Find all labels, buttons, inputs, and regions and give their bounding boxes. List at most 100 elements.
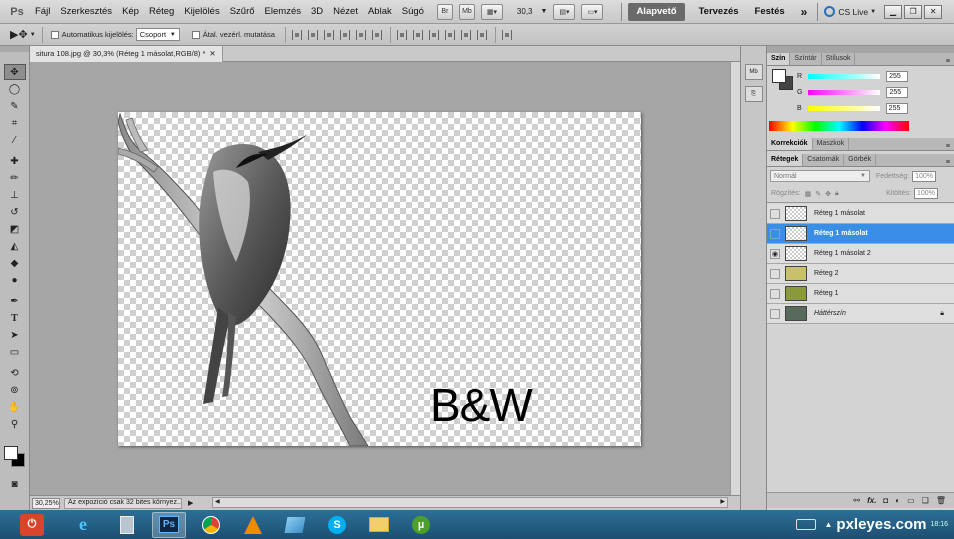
align-bottom-edges-icon[interactable] bbox=[323, 29, 334, 40]
layer-row[interactable]: Réteg 1 bbox=[767, 284, 954, 304]
arrange-documents-button[interactable]: ▤▾ bbox=[553, 3, 576, 20]
shape-tool-icon[interactable]: ▭ bbox=[4, 344, 26, 360]
menu-view[interactable]: Nézet bbox=[328, 0, 363, 24]
restore-button[interactable]: ❐ bbox=[904, 4, 923, 19]
crop-tool-icon[interactable]: ⌗ bbox=[4, 115, 26, 131]
auto-align-layers-icon[interactable] bbox=[501, 29, 512, 40]
show-transform-controls-checkbox[interactable] bbox=[191, 30, 200, 39]
history-brush-tool-icon[interactable]: ↺ bbox=[4, 204, 26, 220]
calculator-icon[interactable] bbox=[110, 512, 144, 538]
tab-adjustments[interactable]: Korrekciók bbox=[767, 138, 813, 150]
dodge-tool-icon[interactable]: ● bbox=[4, 272, 26, 288]
zoom-tool-icon[interactable]: ⚲ bbox=[4, 416, 26, 432]
layer-row[interactable]: Réteg 2 bbox=[767, 264, 954, 284]
screen-mode-button[interactable]: ▭▾ bbox=[581, 3, 604, 20]
delete-layer-icon[interactable]: 🗑︎ bbox=[936, 496, 946, 505]
type-tool-icon[interactable]: T bbox=[4, 310, 26, 326]
quick-mask-icon[interactable]: ◙ bbox=[4, 476, 26, 492]
layer-row-background[interactable]: Háttérszín 🔒︎ bbox=[767, 304, 954, 324]
layer-visibility-toggle[interactable] bbox=[770, 268, 780, 279]
new-group-icon[interactable]: ▭ bbox=[907, 496, 915, 505]
menu-layer[interactable]: Réteg bbox=[144, 0, 179, 24]
layer-row[interactable]: Réteg 1 másolat bbox=[767, 204, 954, 224]
lock-all-icon[interactable]: 🔒︎ bbox=[835, 190, 839, 198]
document-tab[interactable]: situra 108.jpg @ 30,3% (Réteg 1 másolat,… bbox=[30, 45, 223, 62]
history-icon[interactable]: ⎘ bbox=[744, 86, 763, 102]
blue-slider[interactable] bbox=[807, 105, 880, 111]
menu-image[interactable]: Kép bbox=[117, 0, 144, 24]
lasso-tool-icon[interactable]: ◯ bbox=[4, 81, 26, 97]
bw-text-layer[interactable]: B&W bbox=[430, 378, 533, 432]
tab-color[interactable]: Szín bbox=[767, 53, 791, 65]
red-slider[interactable] bbox=[808, 73, 881, 79]
align-left-edges-icon[interactable] bbox=[339, 29, 350, 40]
layer-row[interactable]: ◉ Réteg 1 másolat 2 bbox=[767, 244, 954, 264]
vlc-icon[interactable] bbox=[236, 512, 270, 538]
tools-panel-header[interactable] bbox=[0, 46, 29, 52]
workspace-painting[interactable]: Festés bbox=[747, 3, 793, 21]
align-horizontal-centers-icon[interactable] bbox=[355, 29, 366, 40]
tab-channels[interactable]: Csatornák bbox=[803, 154, 845, 166]
menu-edit[interactable]: Szerkesztés bbox=[55, 0, 117, 24]
foreground-color-swatch[interactable] bbox=[3, 446, 18, 460]
menu-window[interactable]: Ablak bbox=[363, 0, 397, 24]
layer-visibility-toggle[interactable] bbox=[770, 228, 780, 239]
color-spectrum-bar[interactable] bbox=[769, 121, 909, 131]
align-right-edges-icon[interactable] bbox=[371, 29, 382, 40]
menu-help[interactable]: Súgó bbox=[397, 0, 429, 24]
distribute-left-icon[interactable] bbox=[444, 29, 455, 40]
align-vertical-centers-icon[interactable] bbox=[307, 29, 318, 40]
panel-menu-icon[interactable]: ≡ bbox=[946, 159, 950, 166]
pen-tool-icon[interactable]: ✒ bbox=[4, 293, 26, 309]
more-workspaces-button[interactable]: » bbox=[793, 3, 816, 21]
3d-orbit-tool-icon[interactable]: ⊚ bbox=[4, 382, 26, 398]
link-layers-icon[interactable]: ⚯ bbox=[853, 496, 860, 505]
path-selection-tool-icon[interactable]: ➤ bbox=[4, 327, 26, 343]
blend-mode-dropdown[interactable]: Normál ▼ bbox=[770, 170, 870, 182]
menu-analysis[interactable]: Elemzés bbox=[260, 0, 306, 24]
layer-visibility-toggle[interactable] bbox=[770, 288, 780, 299]
blue-value-field[interactable]: 255 bbox=[885, 102, 908, 114]
keyboard-icon[interactable] bbox=[796, 519, 817, 530]
tab-styles[interactable]: Stílusok bbox=[822, 53, 856, 65]
quick-selection-tool-icon[interactable]: ✎ bbox=[4, 98, 26, 114]
opacity-field[interactable]: 100% bbox=[912, 170, 937, 182]
cs-live-button[interactable]: CS Live bbox=[838, 7, 868, 17]
layer-visibility-toggle[interactable] bbox=[770, 208, 780, 219]
brush-tool-icon[interactable]: ✏ bbox=[4, 170, 26, 186]
scroll-right-icon[interactable]: ▶ bbox=[720, 498, 725, 505]
dock-header[interactable] bbox=[767, 46, 954, 53]
power-icon[interactable]: ⏻ bbox=[20, 513, 44, 536]
clone-stamp-tool-icon[interactable]: ⊥ bbox=[4, 187, 26, 203]
horizontal-scrollbar[interactable]: ◀ ▶ bbox=[212, 497, 728, 508]
menu-select[interactable]: Kijelölés bbox=[179, 0, 224, 24]
3d-rotate-tool-icon[interactable]: ⟲ bbox=[4, 365, 26, 381]
layer-style-button[interactable]: fx. bbox=[867, 496, 876, 505]
chevron-down-icon[interactable]: ▼ bbox=[541, 8, 548, 15]
move-tool-preset-icon[interactable]: ▶✥ bbox=[10, 28, 28, 41]
adjustment-layer-icon[interactable]: ◐ bbox=[895, 496, 900, 505]
tab-swatches[interactable]: Színtár bbox=[790, 53, 822, 65]
tray-up-icon[interactable]: ▲ bbox=[824, 520, 832, 529]
mini-bridge-icon[interactable]: Mb bbox=[744, 64, 763, 80]
fill-field[interactable]: 100% bbox=[914, 188, 938, 199]
blur-tool-icon[interactable]: ◆ bbox=[4, 255, 26, 271]
spot-healing-tool-icon[interactable]: ✚ bbox=[4, 153, 26, 169]
layer-row-selected[interactable]: Réteg 1 másolat bbox=[767, 224, 954, 244]
distribute-top-icon[interactable] bbox=[396, 29, 407, 40]
zoom-field[interactable]: 30,25% bbox=[32, 497, 60, 509]
status-menu-arrow-icon[interactable]: ▶ bbox=[188, 499, 193, 507]
add-mask-icon[interactable]: ◘ bbox=[883, 496, 888, 505]
layer-visibility-toggle[interactable] bbox=[770, 308, 780, 319]
tab-layers[interactable]: Rétegek bbox=[767, 154, 804, 166]
close-icon[interactable]: ✕ bbox=[209, 49, 215, 58]
mini-bridge-button[interactable]: Mb bbox=[458, 3, 475, 20]
red-value-field[interactable]: 255 bbox=[886, 70, 909, 82]
lock-pixels-icon[interactable]: ✎ bbox=[815, 190, 821, 198]
eyedropper-tool-icon[interactable]: ⁄ bbox=[4, 132, 26, 148]
tab-curves[interactable]: Görbék bbox=[844, 154, 877, 166]
chrome-icon[interactable] bbox=[194, 512, 228, 538]
internet-explorer-icon[interactable]: e bbox=[66, 512, 100, 538]
eraser-tool-icon[interactable]: ◩ bbox=[4, 221, 26, 237]
panel-menu-icon[interactable]: ≡ bbox=[946, 58, 950, 65]
